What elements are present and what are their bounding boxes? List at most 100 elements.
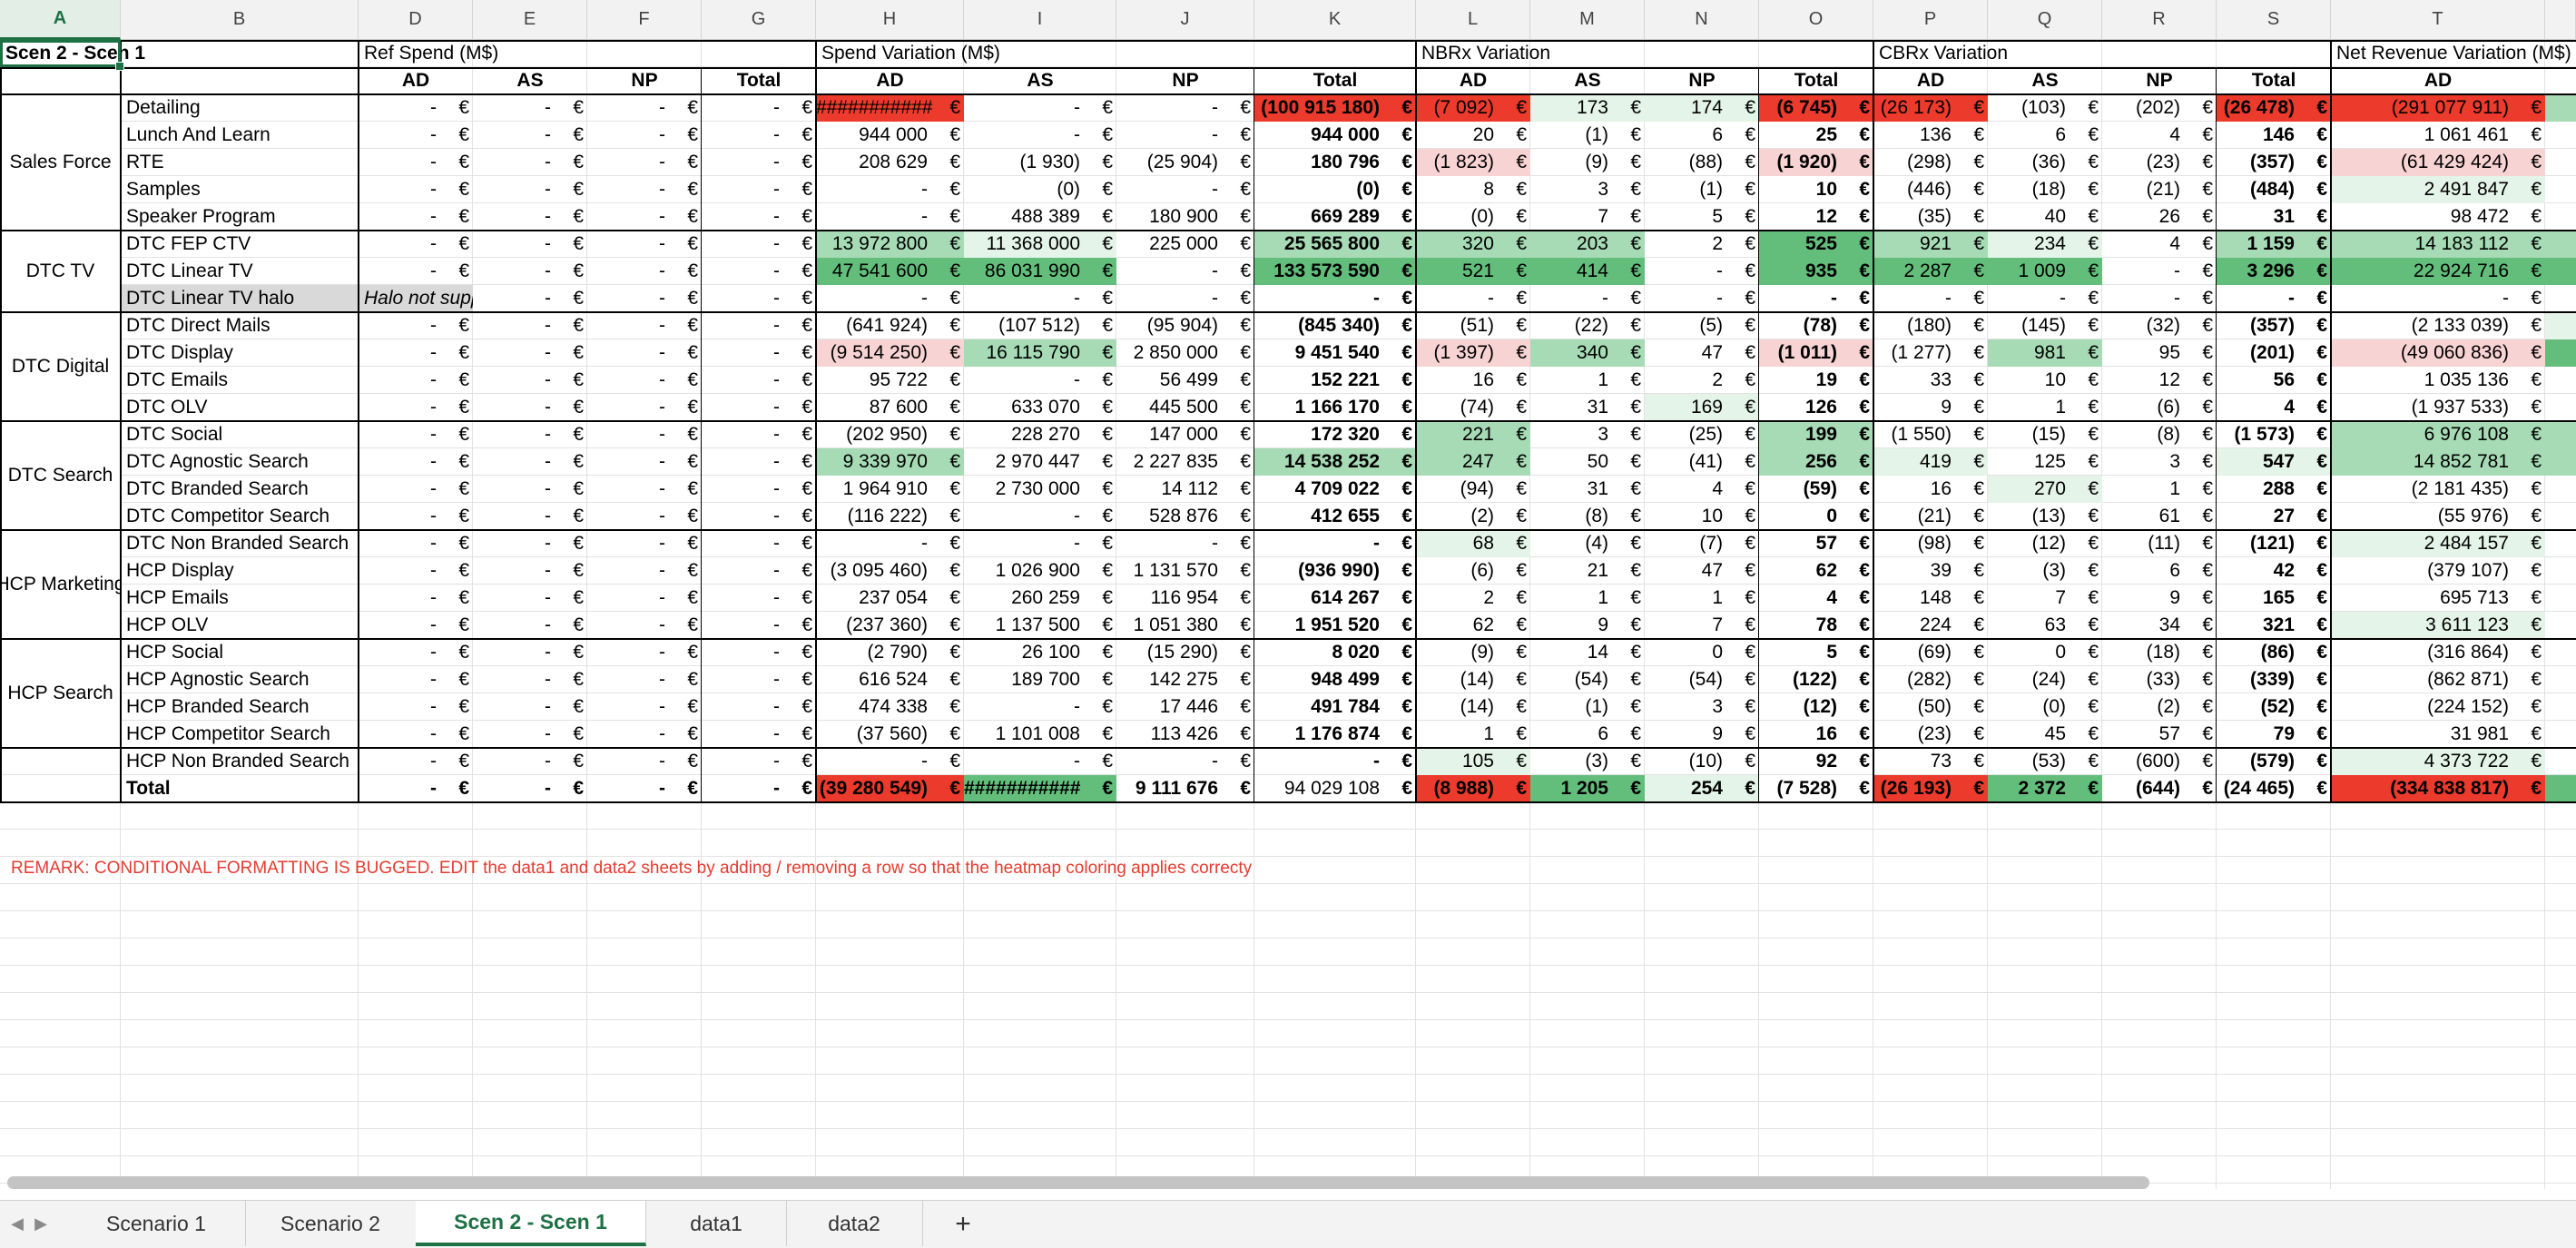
sub-header-l[interactable]: AD xyxy=(1416,67,1530,94)
value-cell-r[interactable]: (6) xyxy=(2102,394,2186,421)
currency-symbol[interactable]: € xyxy=(785,748,816,775)
currency-symbol[interactable]: € xyxy=(2514,557,2545,585)
row-label[interactable]: Samples xyxy=(121,176,359,203)
currency-symbol[interactable]: € xyxy=(1224,666,1254,693)
currency-symbol[interactable]: € xyxy=(1957,612,1988,639)
value-cell-i[interactable]: 1 026 900 xyxy=(964,557,1086,585)
ref-spend-cell[interactable]: - xyxy=(359,612,442,639)
currency-symbol[interactable]: € xyxy=(1614,585,1645,612)
currency-symbol[interactable]: € xyxy=(1086,285,1116,312)
currency-symbol[interactable]: € xyxy=(1843,285,1873,312)
currency-symbol[interactable]: € xyxy=(2514,122,2545,149)
value-cell-o[interactable]: 57 xyxy=(1759,530,1843,557)
value-cell-h[interactable]: (37 560) xyxy=(816,721,933,748)
currency-symbol[interactable]: € xyxy=(1086,666,1116,693)
ref-spend-cell[interactable]: - xyxy=(359,421,442,448)
value-cell-k[interactable]: 9 451 540 xyxy=(1254,339,1385,367)
currency-symbol[interactable]: € xyxy=(1086,612,1116,639)
currency-symbol[interactable]: € xyxy=(1843,666,1873,693)
value-cell-t[interactable]: 6 976 108 xyxy=(2331,421,2514,448)
value-cell-j[interactable]: 9 111 676 xyxy=(1116,775,1224,802)
currency-symbol[interactable]: € xyxy=(2514,748,2545,775)
value-cell-r[interactable]: 26 xyxy=(2102,203,2186,231)
currency-symbol[interactable]: € xyxy=(1614,367,1645,394)
currency-symbol[interactable]: € xyxy=(1385,612,1416,639)
currency-symbol[interactable]: € xyxy=(2071,693,2102,721)
title-cell[interactable]: Scen 2 - Scen 1 xyxy=(0,40,182,67)
currency-symbol[interactable]: € xyxy=(2071,585,2102,612)
value-cell-m[interactable]: (1) xyxy=(1530,122,1614,149)
ref-spend-cell[interactable]: - xyxy=(473,394,556,421)
currency-symbol[interactable]: € xyxy=(442,693,473,721)
value-cell-m[interactable]: 31 xyxy=(1530,394,1614,421)
ref-spend-cell[interactable]: - xyxy=(587,149,671,176)
currency-symbol[interactable]: € xyxy=(2071,149,2102,176)
value-cell-t[interactable]: - xyxy=(2331,285,2514,312)
currency-symbol[interactable]: € xyxy=(2514,421,2545,448)
value-cell-p[interactable]: 9 xyxy=(1873,394,1957,421)
currency-symbol[interactable]: € xyxy=(1957,748,1988,775)
currency-symbol[interactable]: € xyxy=(1499,203,1530,231)
row-label[interactable]: HCP Emails xyxy=(121,585,359,612)
currency-symbol[interactable]: € xyxy=(1728,203,1759,231)
value-cell-i[interactable]: (0) xyxy=(964,176,1086,203)
sheet-tab-4[interactable]: data2 xyxy=(786,1201,923,1246)
currency-symbol[interactable]: € xyxy=(671,585,702,612)
value-cell-t[interactable]: (379 107) xyxy=(2331,557,2514,585)
currency-symbol[interactable]: € xyxy=(1843,94,1873,122)
value-cell-m[interactable]: (9) xyxy=(1530,149,1614,176)
ref-spend-cell[interactable]: - xyxy=(473,421,556,448)
value-cell-q[interactable]: (15) xyxy=(1988,421,2071,448)
currency-symbol[interactable]: € xyxy=(2071,748,2102,775)
value-cell-k[interactable]: 4 709 022 xyxy=(1254,476,1385,503)
ref-spend-cell[interactable]: - xyxy=(473,693,556,721)
currency-symbol[interactable]: € xyxy=(785,721,816,748)
ref-spend-cell[interactable]: - xyxy=(702,339,785,367)
ref-spend-cell[interactable]: - xyxy=(587,503,671,530)
row-label[interactable]: HCP Social xyxy=(121,639,359,666)
value-cell-h[interactable]: 95 722 xyxy=(816,367,933,394)
currency-symbol[interactable]: € xyxy=(1728,585,1759,612)
currency-symbol[interactable]: € xyxy=(785,585,816,612)
value-cell-p[interactable]: 148 xyxy=(1873,585,1957,612)
value-cell-l[interactable]: 16 xyxy=(1416,367,1499,394)
currency-symbol[interactable]: € xyxy=(1385,421,1416,448)
ref-spend-cell[interactable]: - xyxy=(587,585,671,612)
currency-symbol[interactable]: € xyxy=(1614,775,1645,802)
currency-symbol[interactable]: € xyxy=(933,448,964,476)
value-cell-j[interactable]: - xyxy=(1116,94,1224,122)
value-cell-h[interactable]: (237 360) xyxy=(816,612,933,639)
value-cell-q[interactable]: (53) xyxy=(1988,748,2071,775)
currency-symbol[interactable]: € xyxy=(2186,149,2217,176)
value-cell-p[interactable]: 33 xyxy=(1873,367,1957,394)
value-cell-i[interactable]: - xyxy=(964,693,1086,721)
value-cell-q[interactable]: (18) xyxy=(1988,176,2071,203)
value-cell-k[interactable]: (0) xyxy=(1254,176,1385,203)
row-label[interactable]: DTC Branded Search xyxy=(121,476,359,503)
section-header-t[interactable]: Net Revenue Variation (M$) xyxy=(2331,40,2576,67)
currency-symbol[interactable]: € xyxy=(2186,612,2217,639)
value-cell-i[interactable]: 189 700 xyxy=(964,666,1086,693)
value-cell-s[interactable]: 42 xyxy=(2217,557,2300,585)
currency-symbol[interactable]: € xyxy=(785,421,816,448)
currency-symbol[interactable]: € xyxy=(1843,176,1873,203)
ref-spend-cell[interactable]: - xyxy=(359,312,442,339)
currency-symbol[interactable]: € xyxy=(2514,285,2545,312)
value-cell-t[interactable]: 2 491 847 xyxy=(2331,176,2514,203)
currency-symbol[interactable]: € xyxy=(1728,312,1759,339)
currency-symbol[interactable]: € xyxy=(1385,585,1416,612)
currency-symbol[interactable]: € xyxy=(2186,94,2217,122)
ref-spend-cell[interactable]: - xyxy=(587,367,671,394)
value-cell-r[interactable]: 57 xyxy=(2102,721,2186,748)
currency-symbol[interactable]: € xyxy=(442,312,473,339)
value-cell-q[interactable]: (103) xyxy=(1988,94,2071,122)
currency-symbol[interactable]: € xyxy=(671,639,702,666)
sub-header-g[interactable]: Total xyxy=(702,67,816,94)
currency-symbol[interactable]: € xyxy=(933,94,964,122)
currency-symbol[interactable]: € xyxy=(442,421,473,448)
row-label[interactable]: DTC Display xyxy=(121,339,359,367)
column-header-j[interactable]: J xyxy=(1116,0,1254,40)
value-cell-m[interactable]: 14 xyxy=(1530,639,1614,666)
value-cell-o[interactable]: 62 xyxy=(1759,557,1843,585)
ref-spend-cell[interactable]: - xyxy=(587,94,671,122)
